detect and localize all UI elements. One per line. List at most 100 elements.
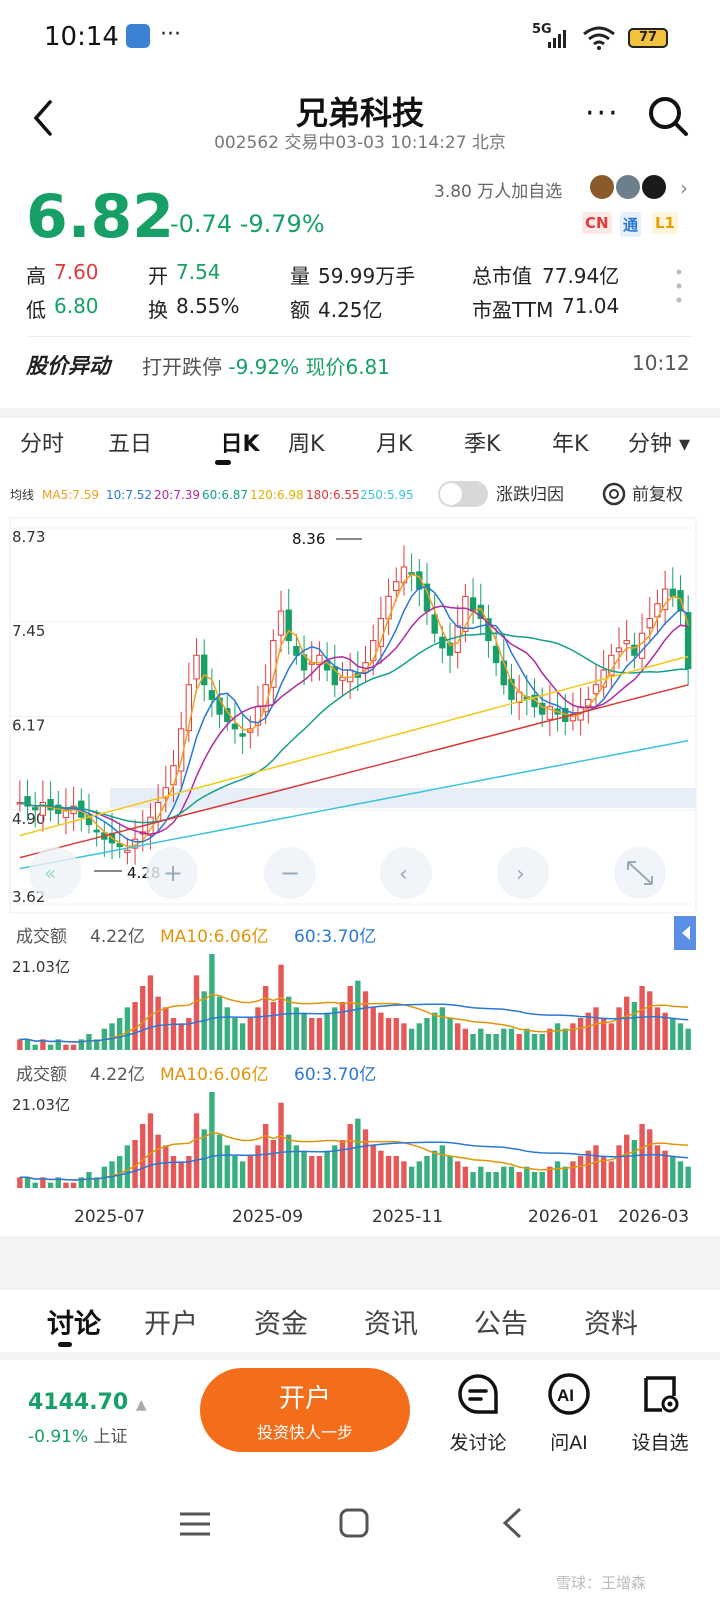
open-label: 开	[148, 264, 168, 288]
volume-bar	[439, 1145, 446, 1188]
tab-minute-dropdown[interactable]: 分钟 ▾	[628, 426, 690, 458]
index-change: -0.91% 上证	[28, 1422, 128, 1447]
candle-body	[393, 581, 400, 592]
tab-daily-k[interactable]: 日K	[200, 426, 280, 458]
follower-avatars[interactable]	[588, 173, 670, 201]
volume-bar	[255, 1145, 261, 1188]
content-tabs: 讨论 开户 资金 资讯 公告 资料	[0, 1290, 720, 1352]
volume-ma10: MA10:6.06亿	[160, 927, 269, 947]
volume-bar	[270, 1002, 277, 1050]
volume-bar	[493, 1172, 499, 1188]
volume-bar	[439, 1007, 446, 1050]
turnover-value: 8.55%	[176, 294, 240, 318]
volume-bar	[24, 1177, 31, 1188]
volume-bar	[324, 1012, 330, 1050]
low-label: 低	[26, 298, 46, 322]
tab-five-day[interactable]: 五日	[108, 426, 152, 458]
candle-body	[293, 645, 300, 656]
price-alert-banner[interactable]: 股价异动 打开跌停 -9.92% 现价6.81 10:12	[0, 344, 720, 394]
tab-yearly-k[interactable]: 年K	[552, 426, 588, 458]
volume-bar	[124, 1145, 131, 1188]
expand-more-icon[interactable]	[676, 268, 682, 304]
pe-value: 71.04	[562, 294, 620, 318]
volume-bar	[32, 1044, 38, 1050]
volume-ma10-2: MA10:6.06亿	[160, 1065, 269, 1085]
volume-bar	[140, 1124, 146, 1188]
y-tick-label: 8.73	[12, 528, 45, 546]
volume-bar	[17, 1039, 23, 1050]
volume-bar	[347, 986, 353, 1050]
battery-icon: 77	[628, 28, 668, 48]
volume-bar	[401, 1023, 407, 1050]
search-icon[interactable]	[646, 94, 690, 138]
volume-bar	[462, 1166, 469, 1188]
volume-bar	[416, 1023, 422, 1050]
max-annotation: 8.36	[292, 530, 325, 548]
tab-discussion[interactable]: 讨论	[34, 1302, 114, 1341]
index-number: 4144.70	[28, 1390, 129, 1415]
tab-monthly-k[interactable]: 月K	[376, 426, 412, 458]
volume-bar	[508, 1028, 515, 1050]
volume-bar	[531, 1034, 538, 1050]
kline-chart-panel[interactable]: 均线 MA5:7.59 10:7.52 20:7.39 60:6.87 120:…	[0, 476, 720, 1236]
followers-count[interactable]: 3.80 万人加自选	[434, 177, 562, 202]
volume-bar	[624, 996, 630, 1050]
add-watchlist-button[interactable]: 设自选	[620, 1372, 700, 1455]
volume-bar	[178, 1161, 184, 1188]
volume-bar	[624, 1134, 630, 1188]
open-account-button[interactable]: 开户 投资快人一步	[200, 1368, 410, 1452]
stock-code-status: 002562 交易中03-03 10:14:27 北京	[214, 133, 506, 153]
index-value[interactable]: 4144.70 ▲	[28, 1390, 147, 1415]
volume-bar	[577, 1156, 584, 1188]
adjust-label[interactable]: 前复权	[632, 485, 683, 505]
svg-text:AI: AI	[557, 1386, 574, 1405]
menu-icon[interactable]	[178, 1510, 212, 1538]
volume-bar	[670, 1018, 676, 1050]
price-change: -0.74 -9.79%	[170, 210, 325, 238]
tab-profile[interactable]: 资料	[584, 1302, 638, 1341]
volume-bar	[524, 1166, 530, 1188]
volume-bar	[593, 1007, 599, 1050]
back-icon[interactable]	[500, 1506, 524, 1540]
mktcap-value: 77.94亿	[542, 264, 620, 288]
tab-weekly-k[interactable]: 周K	[288, 426, 324, 458]
volume-bar	[370, 1007, 376, 1050]
volume-bar	[63, 1182, 69, 1188]
ask-ai-button[interactable]: AI 问AI	[529, 1372, 609, 1455]
home-icon[interactable]	[338, 1507, 370, 1539]
chevron-right-icon[interactable]: ›	[680, 176, 688, 200]
volume-ma60: 60:3.70亿	[294, 927, 376, 947]
more-menu-button[interactable]: ···	[585, 96, 620, 131]
volume-bar	[309, 1018, 315, 1050]
volume-bar	[247, 1156, 253, 1188]
volume-label-2: 成交额	[16, 1065, 67, 1085]
tab-open-account[interactable]: 开户	[144, 1302, 198, 1341]
tab-quarterly-k[interactable]: 季K	[464, 426, 500, 458]
settings-icon[interactable]	[602, 482, 626, 506]
post-discussion-button[interactable]: 发讨论	[438, 1372, 518, 1455]
tab-news[interactable]: 资讯	[364, 1302, 418, 1341]
candle-body	[124, 849, 131, 853]
price-pane	[9, 517, 697, 914]
tab-intraday[interactable]: 分时	[20, 426, 64, 458]
volume-value-2: 4.22亿	[90, 1065, 145, 1085]
volume-bar	[278, 964, 284, 1050]
avatar	[640, 173, 668, 201]
x-tick-label: 2026-01	[528, 1207, 599, 1227]
kline-chart[interactable]: 均线 MA5:7.59 10:7.52 20:7.39 60:6.87 120:…	[0, 476, 720, 1236]
volume-bar	[24, 1039, 31, 1050]
stock-header: 兄弟科技 002562 交易中03-03 10:14:27 北京 ··· 6.8…	[0, 78, 720, 408]
volume-bar	[163, 1145, 169, 1188]
tab-announcements[interactable]: 公告	[474, 1302, 528, 1341]
volume-bar	[577, 1018, 584, 1050]
volume-bar	[647, 991, 653, 1050]
tab-capital[interactable]: 资金	[254, 1302, 308, 1341]
ma180-legend: 180:6.55	[306, 488, 360, 502]
candle-body	[208, 690, 216, 700]
alert-text: 打开跌停 -9.92% 现价6.81	[142, 351, 390, 380]
candle-body	[370, 640, 377, 662]
volume-label: 量	[290, 264, 310, 288]
ma-line-180	[19, 684, 689, 859]
watermark: 雪球：王增森	[556, 1574, 647, 1592]
volume-bar	[170, 1018, 177, 1050]
